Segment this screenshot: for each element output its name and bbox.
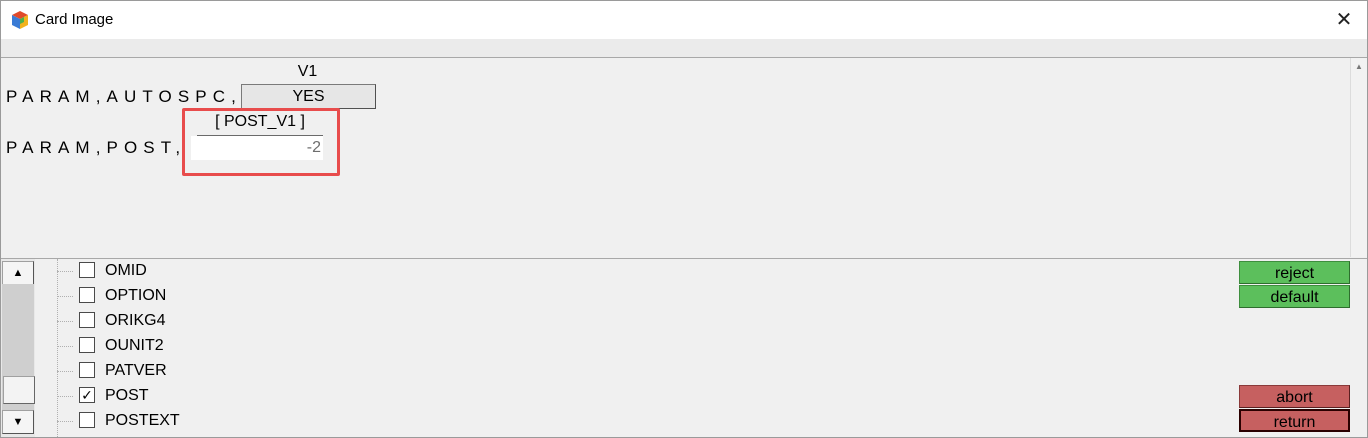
scroll-down-icon[interactable]: ▼ (2, 410, 34, 434)
tree-connector (57, 321, 73, 322)
reject-button[interactable]: reject (1239, 261, 1350, 284)
v1-header: V1 (297, 63, 318, 80)
list-item[interactable]: PATVER (57, 359, 317, 384)
list-item[interactable]: OUNIT2 (57, 334, 317, 359)
checkbox[interactable] (79, 262, 95, 278)
parameter-list-panel: ▲ ▼ OMID OPTION ORIKG4 OUNIT2 PATVER ✓ P… (1, 258, 1367, 437)
tree-connector (57, 296, 73, 297)
list-item-label: OPTION (105, 287, 167, 304)
autospc-value-button[interactable]: YES (241, 84, 376, 109)
checkbox[interactable] (79, 412, 95, 428)
checkbox[interactable] (79, 337, 95, 353)
card-scrollbar[interactable]: ▲ (1350, 58, 1367, 257)
tree-connector (57, 371, 73, 372)
list-item-label: POSTEXT (105, 412, 180, 429)
close-icon[interactable]: ✕ (1331, 7, 1357, 33)
list-item[interactable]: OMID (57, 259, 317, 284)
scroll-thumb[interactable] (3, 376, 35, 404)
post-label: PARAM,POST, (6, 138, 187, 157)
cube-app-icon (12, 11, 28, 29)
title-bar: Card Image ✕ (1, 1, 1367, 39)
list-item-label: POST (105, 387, 149, 404)
abort-button[interactable]: abort (1239, 385, 1350, 408)
checkbox[interactable] (79, 287, 95, 303)
list-item[interactable]: POSTEXT (57, 409, 317, 434)
list-item-label: OUNIT2 (105, 337, 164, 354)
checkbox[interactable] (79, 312, 95, 328)
card-image-window: Card Image ✕ ▲ V1 PARAM,AUTOSPC, YES [ P… (0, 0, 1368, 438)
tree-connector (57, 271, 73, 272)
list-scrollbar[interactable]: ▲ ▼ (1, 259, 35, 437)
card-panel: ▲ V1 PARAM,AUTOSPC, YES [ POST_V1 ] PARA… (1, 58, 1367, 257)
checkbox-checked[interactable]: ✓ (79, 387, 95, 403)
checkbox[interactable] (79, 362, 95, 378)
tree-connector (57, 396, 73, 397)
toolbar-strip (1, 39, 1367, 58)
autospc-label: PARAM,AUTOSPC, (6, 87, 242, 106)
list-item-label: ORIKG4 (105, 312, 166, 329)
list-item[interactable]: OPTION (57, 284, 317, 309)
list-item-label: OMID (105, 262, 147, 279)
list-item[interactable]: ORIKG4 (57, 309, 317, 334)
scroll-up-icon[interactable]: ▲ (2, 261, 34, 285)
return-button[interactable]: return (1239, 409, 1350, 432)
scroll-track[interactable] (2, 284, 35, 410)
tree-connector (57, 346, 73, 347)
tree-connector (57, 421, 73, 422)
window-title: Card Image (35, 11, 114, 28)
list-item-label: PATVER (105, 362, 167, 379)
scroll-up-icon[interactable]: ▲ (1355, 62, 1363, 71)
highlight-box (182, 108, 340, 176)
list-item[interactable]: ✓ POST (57, 384, 317, 409)
default-button[interactable]: default (1239, 285, 1350, 308)
